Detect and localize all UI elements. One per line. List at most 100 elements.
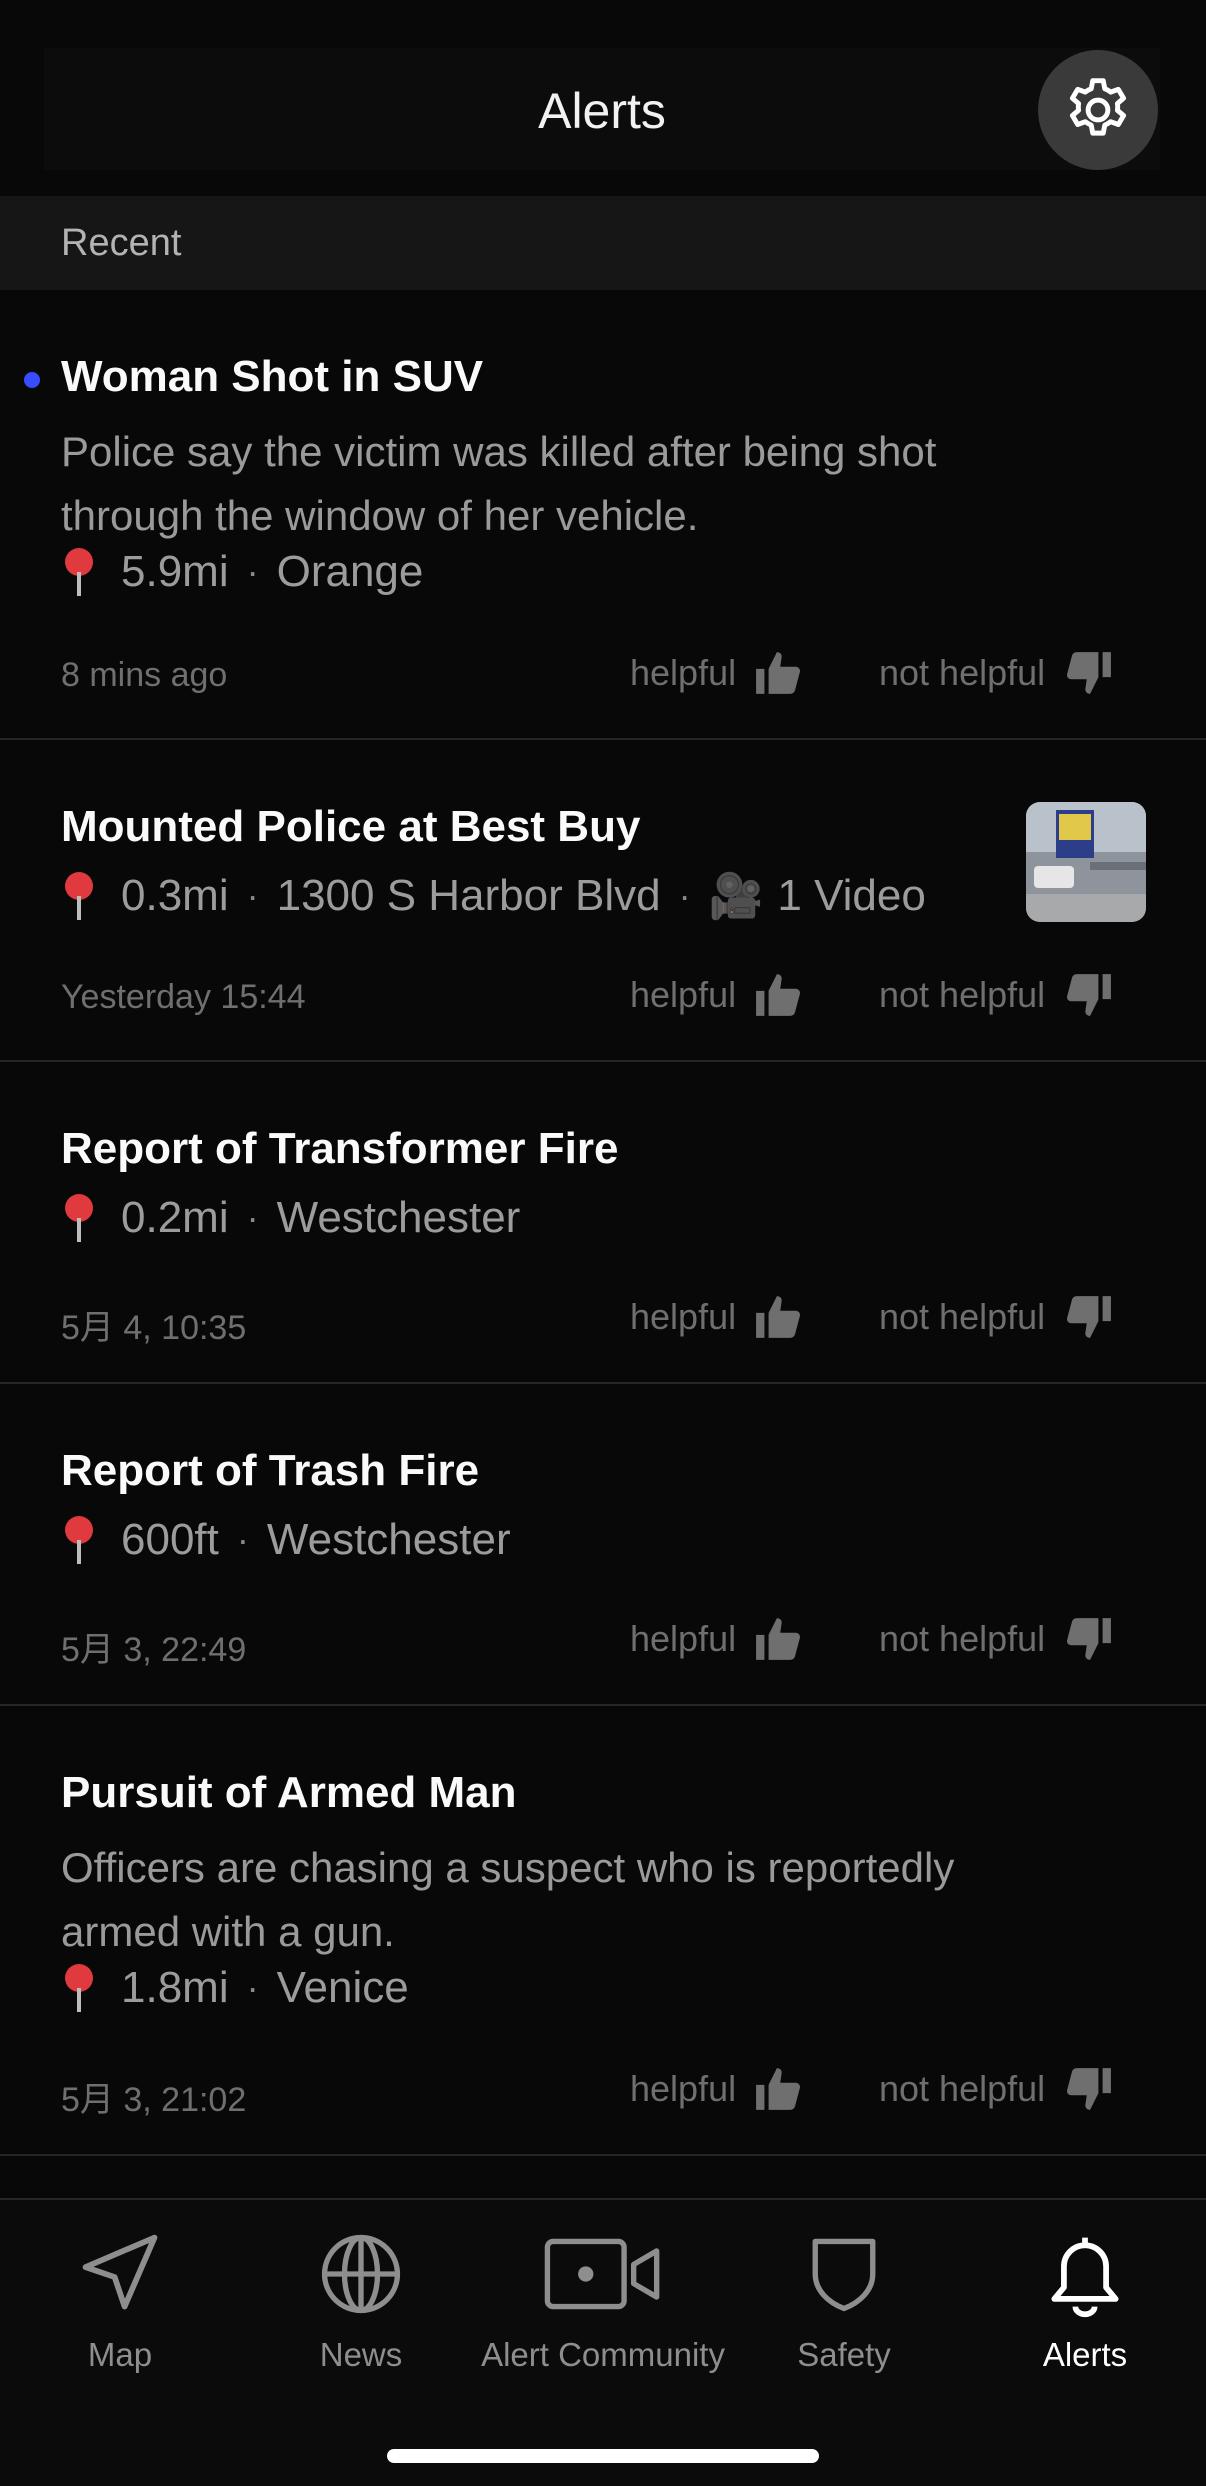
tab-alerts[interactable]: Alerts	[965, 2224, 1205, 2394]
separator: ·	[246, 551, 259, 592]
video-camera-icon	[544, 2238, 660, 2310]
not-helpful-button[interactable]: not helpful	[879, 1616, 1113, 1662]
helpful-label: helpful	[630, 974, 737, 1015]
settings-button[interactable]	[1038, 50, 1158, 170]
tab-label: News	[319, 2336, 403, 2373]
separator: ·	[246, 1967, 259, 2008]
thumbs-up-icon	[756, 1618, 801, 1660]
thumbs-up-icon	[756, 974, 801, 1016]
alert-item[interactable]: Report of Transformer Fire 0.2mi · Westc…	[0, 1062, 1206, 1384]
thumbs-down-icon	[1067, 1618, 1112, 1660]
helpful-button[interactable]: helpful	[630, 650, 804, 696]
thumbs-down-icon	[1067, 652, 1112, 694]
thumbs-down-icon	[1067, 2068, 1112, 2110]
alert-place: 1300 S Harbor Blvd	[276, 871, 661, 920]
home-indicator[interactable]	[387, 2449, 819, 2463]
thumbs-up-icon	[756, 652, 801, 694]
not-helpful-label: not helpful	[879, 1618, 1046, 1659]
helpful-label: helpful	[630, 2068, 737, 2109]
pin-icon	[65, 548, 93, 596]
alert-item[interactable]: Pursuit of Armed Man Officers are chasin…	[0, 1706, 1206, 2156]
pin-icon	[65, 1516, 93, 1564]
tab-label: Safety	[797, 2336, 891, 2373]
helpful-label: helpful	[630, 1296, 737, 1337]
bell-icon	[1051, 2237, 1119, 2318]
thumbnail-image	[1026, 802, 1146, 922]
alert-distance: 0.3mi	[121, 871, 229, 920]
pin-icon	[65, 872, 93, 920]
helpful-button[interactable]: helpful	[630, 1616, 804, 1662]
alert-distance: 5.9mi	[121, 547, 229, 596]
alert-meta: 600ft · Westchester	[61, 1514, 511, 1566]
alert-distance: 0.2mi	[121, 1193, 229, 1242]
globe-icon	[321, 2234, 401, 2314]
not-helpful-label: not helpful	[879, 2068, 1046, 2109]
alert-item[interactable]: Mounted Police at Best Buy 0.3mi · 1300 …	[0, 740, 1206, 1062]
not-helpful-label: not helpful	[879, 652, 1046, 693]
alert-description: Police say the victim was killed after b…	[61, 428, 937, 539]
alert-meta: 5.9mi · Orange	[61, 546, 423, 598]
alert-place: Westchester	[266, 1515, 511, 1564]
alert-title: Mounted Police at Best Buy	[61, 802, 641, 851]
pin-icon	[65, 1964, 93, 2012]
not-helpful-button[interactable]: not helpful	[879, 1294, 1113, 1340]
thumbs-up-icon	[756, 2068, 801, 2110]
alert-place: Venice	[276, 1963, 409, 2012]
helpful-button[interactable]: helpful	[630, 2066, 804, 2112]
alert-time: 8 mins ago	[61, 656, 228, 694]
alert-place: Orange	[276, 547, 424, 596]
alert-time: Yesterday 15:44	[61, 978, 306, 1016]
alert-meta: 0.3mi · 1300 S Harbor Blvd · 🎥 1 Video	[61, 870, 926, 922]
alert-item[interactable]: Woman Shot in SUV Police say the victim …	[0, 290, 1206, 740]
unread-dot	[24, 372, 40, 388]
tab-news[interactable]: News	[241, 2224, 481, 2394]
thumbs-down-icon	[1067, 974, 1112, 1016]
not-helpful-button[interactable]: not helpful	[879, 650, 1113, 696]
section-label: Recent	[61, 222, 182, 264]
alert-place: Westchester	[276, 1193, 521, 1242]
tab-bar: Map News Alert Community Safety Alerts	[0, 2198, 1206, 2486]
alert-title: Woman Shot in SUV	[61, 352, 484, 401]
alert-time: 5月 4, 10:35	[61, 1309, 247, 1347]
not-helpful-button[interactable]: not helpful	[879, 2066, 1113, 2112]
alert-time: 5月 3, 22:49	[61, 1631, 247, 1669]
helpful-button[interactable]: helpful	[630, 972, 804, 1018]
alert-title: Report of Transformer Fire	[61, 1124, 619, 1173]
navigation-arrow-icon	[82, 2234, 158, 2310]
tab-map[interactable]: Map	[0, 2224, 240, 2394]
not-helpful-label: not helpful	[879, 1296, 1046, 1337]
alert-media: 1 Video	[777, 871, 926, 920]
tab-safety[interactable]: Safety	[724, 2224, 964, 2394]
helpful-label: helpful	[630, 1618, 737, 1659]
helpful-button[interactable]: helpful	[630, 1294, 804, 1340]
alert-description: Officers are chasing a suspect who is re…	[61, 1844, 955, 1955]
tab-alert-community[interactable]: Alert Community	[481, 2224, 725, 2394]
not-helpful-label: not helpful	[879, 974, 1046, 1015]
thumbs-down-icon	[1067, 1296, 1112, 1338]
tab-label: Map	[87, 2336, 153, 2373]
alert-title: Report of Trash Fire	[61, 1446, 480, 1495]
separator: ·	[236, 1519, 249, 1560]
header: Alerts	[44, 48, 1160, 170]
page-title: Alerts	[538, 83, 666, 139]
not-helpful-button[interactable]: not helpful	[879, 972, 1113, 1018]
tab-label: Alert Community	[481, 2336, 725, 2373]
pin-icon	[65, 1194, 93, 1242]
alert-meta: 0.2mi · Westchester	[61, 1192, 520, 1244]
movie-camera-icon: 🎥	[708, 872, 764, 921]
tab-label: Alerts	[1042, 2336, 1128, 2373]
section-header: Recent	[0, 196, 1206, 290]
shield-icon	[812, 2238, 876, 2312]
video-thumbnail[interactable]	[1026, 802, 1146, 922]
alert-title: Pursuit of Armed Man	[61, 1768, 517, 1817]
thumbs-up-icon	[756, 1296, 801, 1338]
alert-item[interactable]: Report of Trash Fire 600ft · Westchester…	[0, 1384, 1206, 1706]
separator: ·	[246, 1197, 259, 1238]
alert-meta: 1.8mi · Venice	[61, 1962, 409, 2014]
separator: ·	[678, 875, 691, 916]
helpful-label: helpful	[630, 652, 737, 693]
separator: ·	[246, 875, 259, 916]
alert-time: 5月 3, 21:02	[61, 2081, 247, 2119]
alert-distance: 1.8mi	[121, 1963, 229, 2012]
alert-distance: 600ft	[121, 1515, 219, 1564]
